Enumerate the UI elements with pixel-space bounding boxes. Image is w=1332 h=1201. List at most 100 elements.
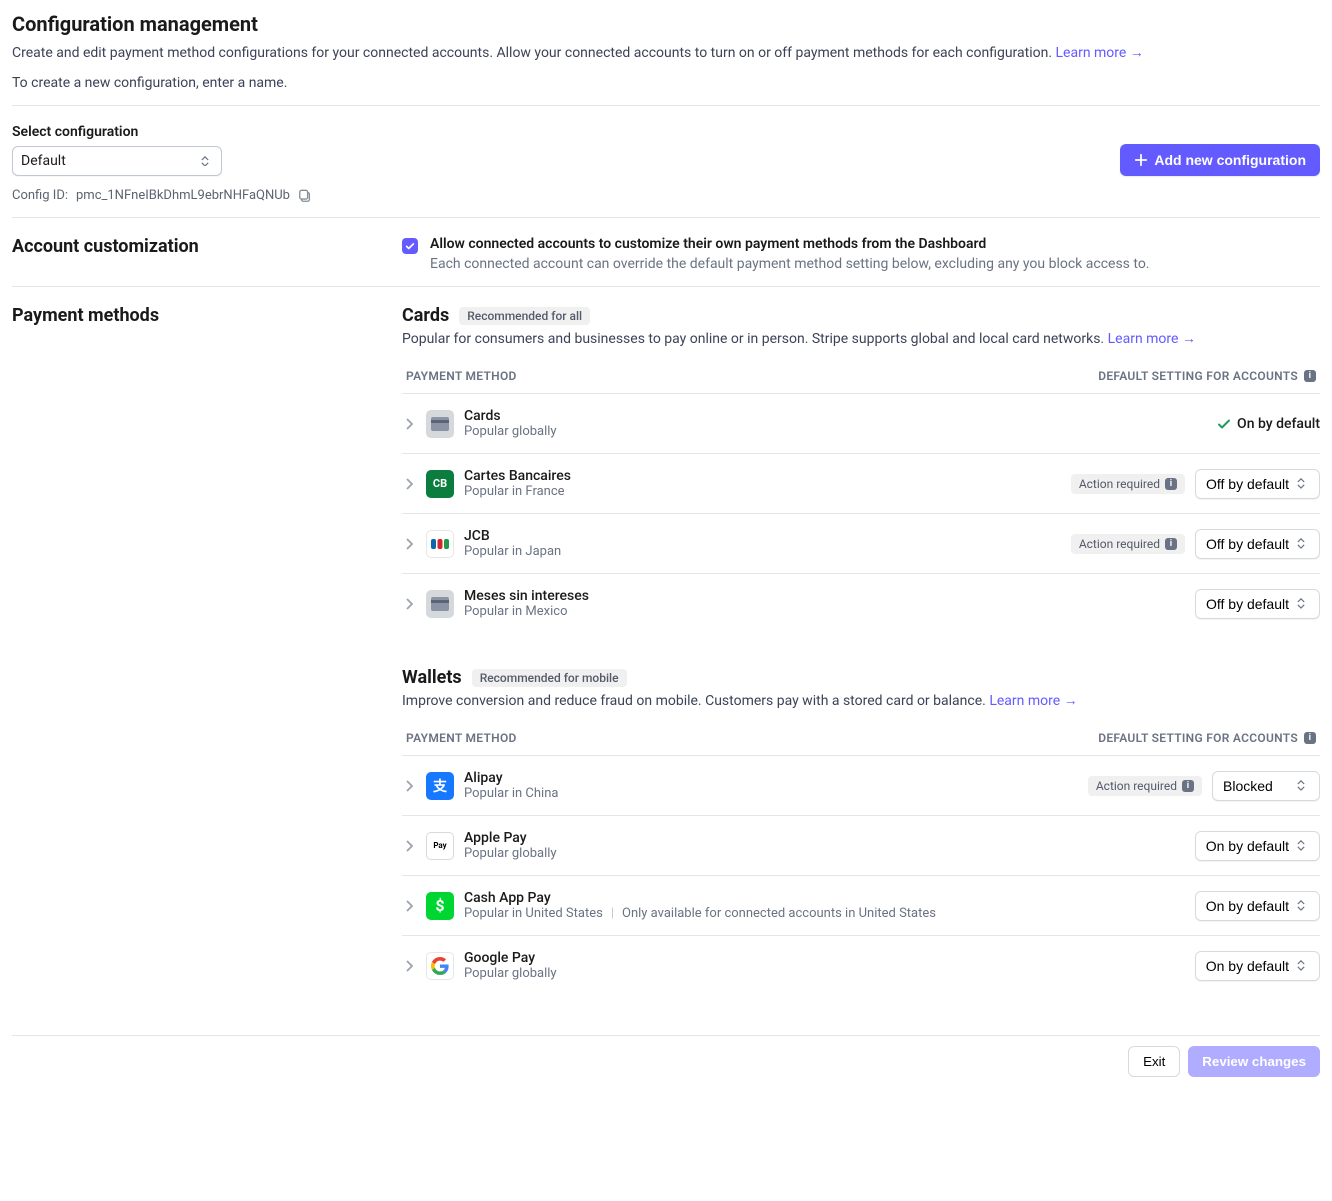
expand-cb[interactable] <box>402 478 416 490</box>
cashapp-state-select[interactable]: On by default <box>1195 891 1320 921</box>
info-icon[interactable]: i <box>1165 478 1177 490</box>
pm-row-alipay: 支 Alipay Popular in China Action require… <box>402 756 1320 816</box>
pm-row-cards: Cards Popular globally On by default <box>402 394 1320 454</box>
chevron-updown-icon <box>1297 960 1309 972</box>
config-id-value: pmc_1NFneIBkDhmL9ebrNHFaQNUb <box>76 188 290 203</box>
pm-row-msi: Meses sin intereses Popular in Mexico Of… <box>402 574 1320 633</box>
wallets-recommended-badge: Recommended for mobile <box>472 669 627 687</box>
info-icon[interactable]: i <box>1182 780 1194 792</box>
cb-action-required: Action requiredi <box>1071 474 1185 494</box>
cash-app-icon: $ <box>426 892 454 920</box>
expand-applepay[interactable] <box>402 840 416 852</box>
pm-row-applepay: Pay Apple Pay Popular globally On by def… <box>402 816 1320 876</box>
page-subtitle: Create and edit payment method configura… <box>12 44 1320 61</box>
cashapp-name: Cash App Pay <box>464 890 1185 906</box>
cb-name: Cartes Bancaires <box>464 468 1061 484</box>
cartes-bancaires-icon: CB <box>426 470 454 498</box>
google-pay-icon <box>426 952 454 980</box>
cb-state-select[interactable]: Off by default <box>1195 469 1320 499</box>
cards-name: Cards <box>464 408 1207 424</box>
jcb-sub: Popular in Japan <box>464 544 1061 559</box>
jcb-action-required: Action requiredi <box>1071 534 1185 554</box>
wallets-learn-more-link[interactable]: Learn more → <box>989 693 1077 709</box>
alipay-action-required: Action requiredi <box>1088 776 1202 796</box>
expand-alipay[interactable] <box>402 780 416 792</box>
info-icon[interactable]: i <box>1304 732 1316 744</box>
create-note: To create a new configuration, enter a n… <box>12 75 1320 91</box>
applepay-state-select[interactable]: On by default <box>1195 831 1320 861</box>
jcb-name: JCB <box>464 528 1061 544</box>
add-configuration-button[interactable]: Add new configuration <box>1120 144 1320 176</box>
chevron-updown-icon <box>201 155 213 167</box>
config-id-label: Config ID: <box>12 188 68 203</box>
expand-jcb[interactable] <box>402 538 416 550</box>
expand-cards[interactable] <box>402 418 416 430</box>
wallets-col-default: DEFAULT SETTING FOR ACCOUNTS <box>1098 731 1298 745</box>
expand-cashapp[interactable] <box>402 900 416 912</box>
apple-pay-icon: Pay <box>426 832 454 860</box>
pm-row-cartes-bancaires: CB Cartes Bancaires Popular in France Ac… <box>402 454 1320 514</box>
learn-more-link[interactable]: Learn more → <box>1056 45 1144 61</box>
cards-col-default: DEFAULT SETTING FOR ACCOUNTS <box>1098 369 1298 383</box>
jcb-icon <box>426 530 454 558</box>
check-green-icon <box>1217 417 1231 431</box>
exit-button[interactable]: Exit <box>1128 1046 1180 1077</box>
alipay-name: Alipay <box>464 770 1078 786</box>
cashapp-sub: Popular in United States <box>464 906 603 921</box>
msi-state-select[interactable]: Off by default <box>1195 589 1320 619</box>
review-changes-button[interactable]: Review changes <box>1188 1046 1320 1077</box>
check-icon <box>405 241 415 251</box>
cashapp-extra: Only available for connected accounts in… <box>622 906 936 921</box>
chevron-updown-icon <box>1297 538 1309 550</box>
googlepay-name: Google Pay <box>464 950 1185 966</box>
config-select[interactable]: Default <box>12 146 222 176</box>
cb-sub: Popular in France <box>464 484 1061 499</box>
pm-row-googlepay: Google Pay Popular globally On by defaul… <box>402 936 1320 995</box>
cards-sub: Popular globally <box>464 424 1207 439</box>
pm-row-jcb: JCB Popular in Japan Action requiredi Of… <box>402 514 1320 574</box>
group-wallets-title: Wallets <box>402 667 462 688</box>
plus-icon <box>1134 153 1148 167</box>
cards-state-static: On by default <box>1217 416 1320 432</box>
msi-name: Meses sin intereses <box>464 588 1185 604</box>
group-cards-desc: Popular for consumers and businesses to … <box>402 330 1320 347</box>
info-icon[interactable]: i <box>1165 538 1177 550</box>
group-cards: Cards Recommended for all Popular for co… <box>402 305 1320 633</box>
cards-learn-more-link[interactable]: Learn more → <box>1108 331 1196 347</box>
jcb-state-select[interactable]: Off by default <box>1195 529 1320 559</box>
copy-icon[interactable] <box>298 189 312 203</box>
chevron-updown-icon <box>1297 598 1309 610</box>
group-cards-title: Cards <box>402 305 449 326</box>
cards-recommended-badge: Recommended for all <box>459 307 590 325</box>
customization-sub: Each connected account can override the … <box>430 256 1150 272</box>
chevron-updown-icon <box>1297 780 1309 792</box>
cards-icon <box>426 410 454 438</box>
chevron-updown-icon <box>1297 900 1309 912</box>
customization-title: Allow connected accounts to customize th… <box>430 236 986 252</box>
payment-methods-heading: Payment methods <box>12 305 402 326</box>
alipay-sub: Popular in China <box>464 786 1078 801</box>
msi-icon <box>426 590 454 618</box>
info-icon[interactable]: i <box>1304 370 1316 382</box>
divider <box>12 105 1320 106</box>
expand-msi[interactable] <box>402 598 416 610</box>
alipay-icon: 支 <box>426 772 454 800</box>
googlepay-state-select[interactable]: On by default <box>1195 951 1320 981</box>
select-config-label: Select configuration <box>12 124 222 140</box>
msi-sub: Popular in Mexico <box>464 604 1185 619</box>
chevron-updown-icon <box>1297 478 1309 490</box>
wallets-col-method: PAYMENT METHOD <box>406 731 517 745</box>
group-wallets-desc: Improve conversion and reduce fraud on m… <box>402 692 1320 709</box>
applepay-sub: Popular globally <box>464 846 1185 861</box>
alipay-state-select[interactable]: Blocked <box>1212 771 1320 801</box>
page-title: Configuration management <box>12 12 1320 36</box>
googlepay-sub: Popular globally <box>464 966 1185 981</box>
cards-col-method: PAYMENT METHOD <box>406 369 517 383</box>
pm-row-cashapp: $ Cash App Pay Popular in United States … <box>402 876 1320 936</box>
applepay-name: Apple Pay <box>464 830 1185 846</box>
expand-googlepay[interactable] <box>402 960 416 972</box>
account-customization-heading: Account customization <box>12 236 402 257</box>
group-wallets: Wallets Recommended for mobile Improve c… <box>402 667 1320 995</box>
allow-customization-checkbox[interactable] <box>402 238 418 254</box>
chevron-updown-icon <box>1297 840 1309 852</box>
